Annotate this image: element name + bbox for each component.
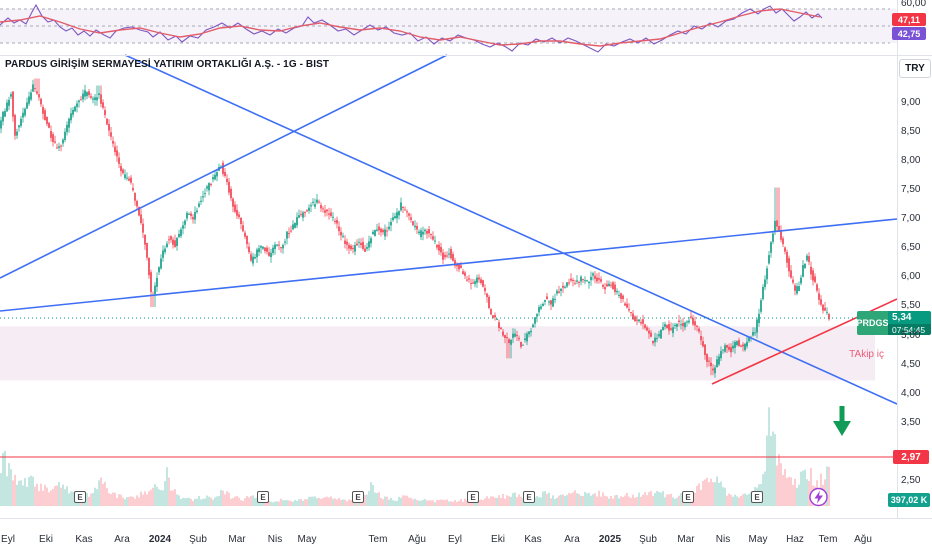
price-tick: 7,00 (901, 213, 921, 224)
time-tick: Haz (786, 534, 804, 545)
time-tick: Eki (39, 534, 53, 545)
rsi-value-badge: 42,75 (892, 27, 926, 40)
chart-canvas[interactable] (0, 0, 932, 550)
flash-event-icon (809, 487, 828, 507)
down-arrow-annotation (833, 406, 851, 436)
time-tick: Tem (368, 534, 388, 545)
time-tick: Ağu (854, 534, 872, 545)
price-tick: 5,00 (901, 330, 921, 341)
price-tick: 4,00 (901, 388, 921, 399)
volume-value-badge: 397,02 K (888, 493, 930, 507)
price-tick: 5,50 (901, 300, 921, 311)
ascending-support-steep (0, 54, 448, 279)
time-tick: Kas (75, 534, 93, 545)
time-tick: Ara (564, 534, 580, 545)
price-tick: 9,00 (901, 97, 921, 108)
earnings-marker-icon[interactable]: E (467, 491, 479, 503)
time-tick: Tem (818, 534, 838, 545)
price-tick: 4,50 (901, 359, 921, 370)
rsi-ma-value-badge: 47,11 (892, 13, 926, 26)
price-tick: 6,00 (901, 271, 921, 282)
time-tick: Şub (639, 534, 657, 545)
time-tick: Eyl (448, 534, 462, 545)
chart-legend-title[interactable]: PARDUS GİRİŞİM SERMAYESİ YATIRIM ORTAKLI… (5, 59, 329, 70)
time-tick: Ara (114, 534, 130, 545)
time-tick: Eyl (1, 534, 15, 545)
last-price-value: 5,34 (888, 311, 931, 324)
symbol-chip: PRDGS (857, 311, 889, 335)
price-tick: 8,00 (901, 155, 921, 166)
time-tick: 2025 (598, 534, 622, 545)
price-tick: 60,00 (901, 0, 927, 9)
earnings-marker-icon[interactable]: E (523, 491, 535, 503)
text-annotation[interactable]: TAkip iç (828, 349, 884, 360)
price-tick: 8,50 (901, 126, 921, 137)
price-tick: 2,50 (901, 475, 921, 486)
earnings-marker-icon[interactable]: E (682, 491, 694, 503)
earnings-marker-icon[interactable]: E (257, 491, 269, 503)
price-tick: 6,50 (901, 242, 921, 253)
price-tick: 7,50 (901, 184, 921, 195)
time-tick: Nis (715, 534, 731, 545)
currency-toggle-button[interactable]: TRY (899, 59, 931, 78)
earnings-marker-icon[interactable]: E (74, 491, 86, 503)
earnings-marker-icon[interactable]: E (751, 491, 763, 503)
time-tick: Mar (228, 534, 246, 545)
trading-chart-window: PARDUS GİRİŞİM SERMAYESİ YATIRIM ORTAKLI… (0, 0, 932, 550)
time-tick: Kas (524, 534, 542, 545)
time-tick: 2024 (148, 534, 172, 545)
time-tick: Nis (267, 534, 283, 545)
price-tick: 3,50 (901, 417, 921, 428)
earnings-marker-icon[interactable]: E (352, 491, 364, 503)
time-tick: May (297, 534, 317, 545)
time-tick: Ağu (408, 534, 426, 545)
alert-price-badge: 2,97 (893, 450, 929, 464)
time-tick: May (748, 534, 768, 545)
time-tick: Eki (491, 534, 505, 545)
time-tick: Mar (677, 534, 695, 545)
time-tick: Şub (189, 534, 207, 545)
